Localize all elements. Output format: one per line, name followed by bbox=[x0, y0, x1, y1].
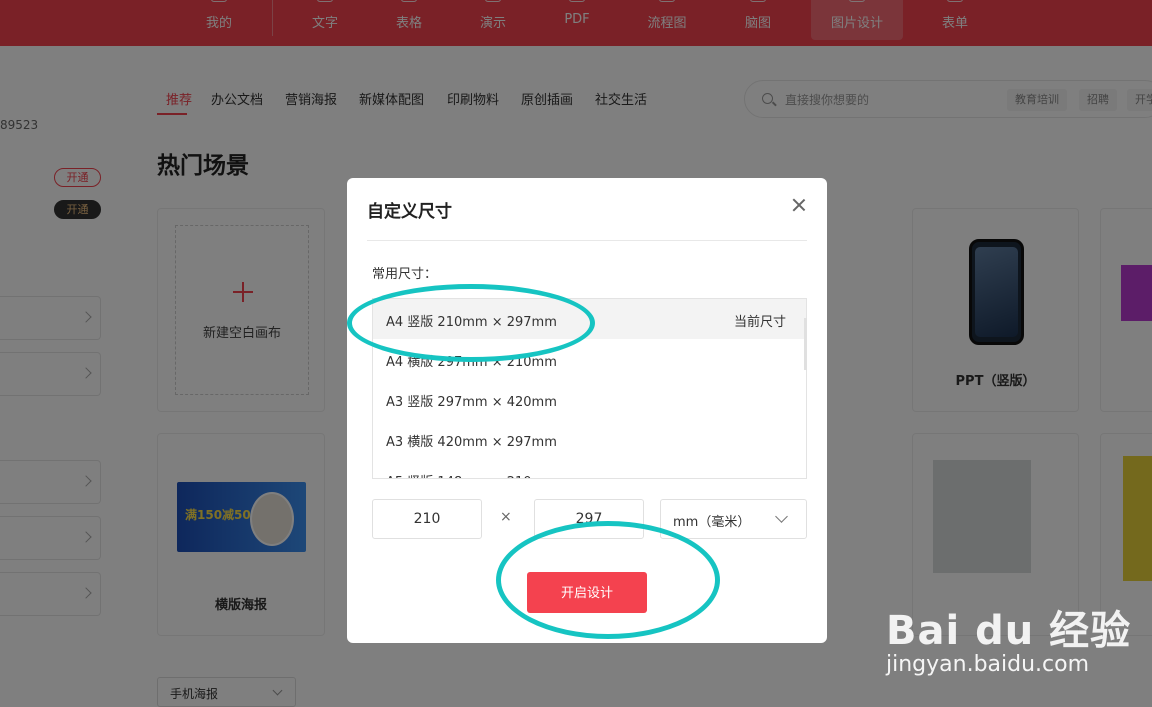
dialog-title: 自定义尺寸 bbox=[367, 202, 452, 222]
annotation-circle bbox=[347, 284, 595, 362]
watermark-brand: Bai du 经验 bbox=[886, 608, 1132, 654]
watermark-url: jingyan.baidu.com bbox=[886, 652, 1090, 677]
close-icon[interactable] bbox=[791, 197, 807, 213]
size-label: A3 横版 420mm × 297mm bbox=[386, 435, 557, 450]
common-sizes-label: 常用尺寸： bbox=[372, 267, 438, 282]
size-option-a3-portrait[interactable]: A3 竖版 297mm × 420mm bbox=[373, 379, 806, 419]
baidu-jingyan-watermark: Bai du 经验 jingyan.baidu.com bbox=[886, 592, 1146, 692]
size-list-scrollbar[interactable] bbox=[804, 318, 807, 370]
width-input[interactable]: 210 bbox=[372, 499, 482, 539]
annotation-circle bbox=[496, 521, 720, 639]
chevron-down-icon bbox=[775, 510, 788, 523]
size-option-a3-landscape[interactable]: A3 横版 420mm × 297mm bbox=[373, 419, 806, 459]
dialog-divider bbox=[367, 240, 807, 241]
size-label: A3 竖版 297mm × 420mm bbox=[386, 395, 557, 410]
times-sign: × bbox=[500, 509, 512, 525]
unit-value: mm（毫米） bbox=[673, 515, 751, 530]
unit-select[interactable]: mm（毫米） bbox=[660, 499, 807, 539]
size-label: A5 竖版 148mm × 210mm bbox=[386, 471, 557, 478]
current-size-tag: 当前尺寸 bbox=[733, 315, 786, 330]
size-option-a5-portrait[interactable]: A5 竖版 148mm × 210mm bbox=[373, 459, 806, 478]
